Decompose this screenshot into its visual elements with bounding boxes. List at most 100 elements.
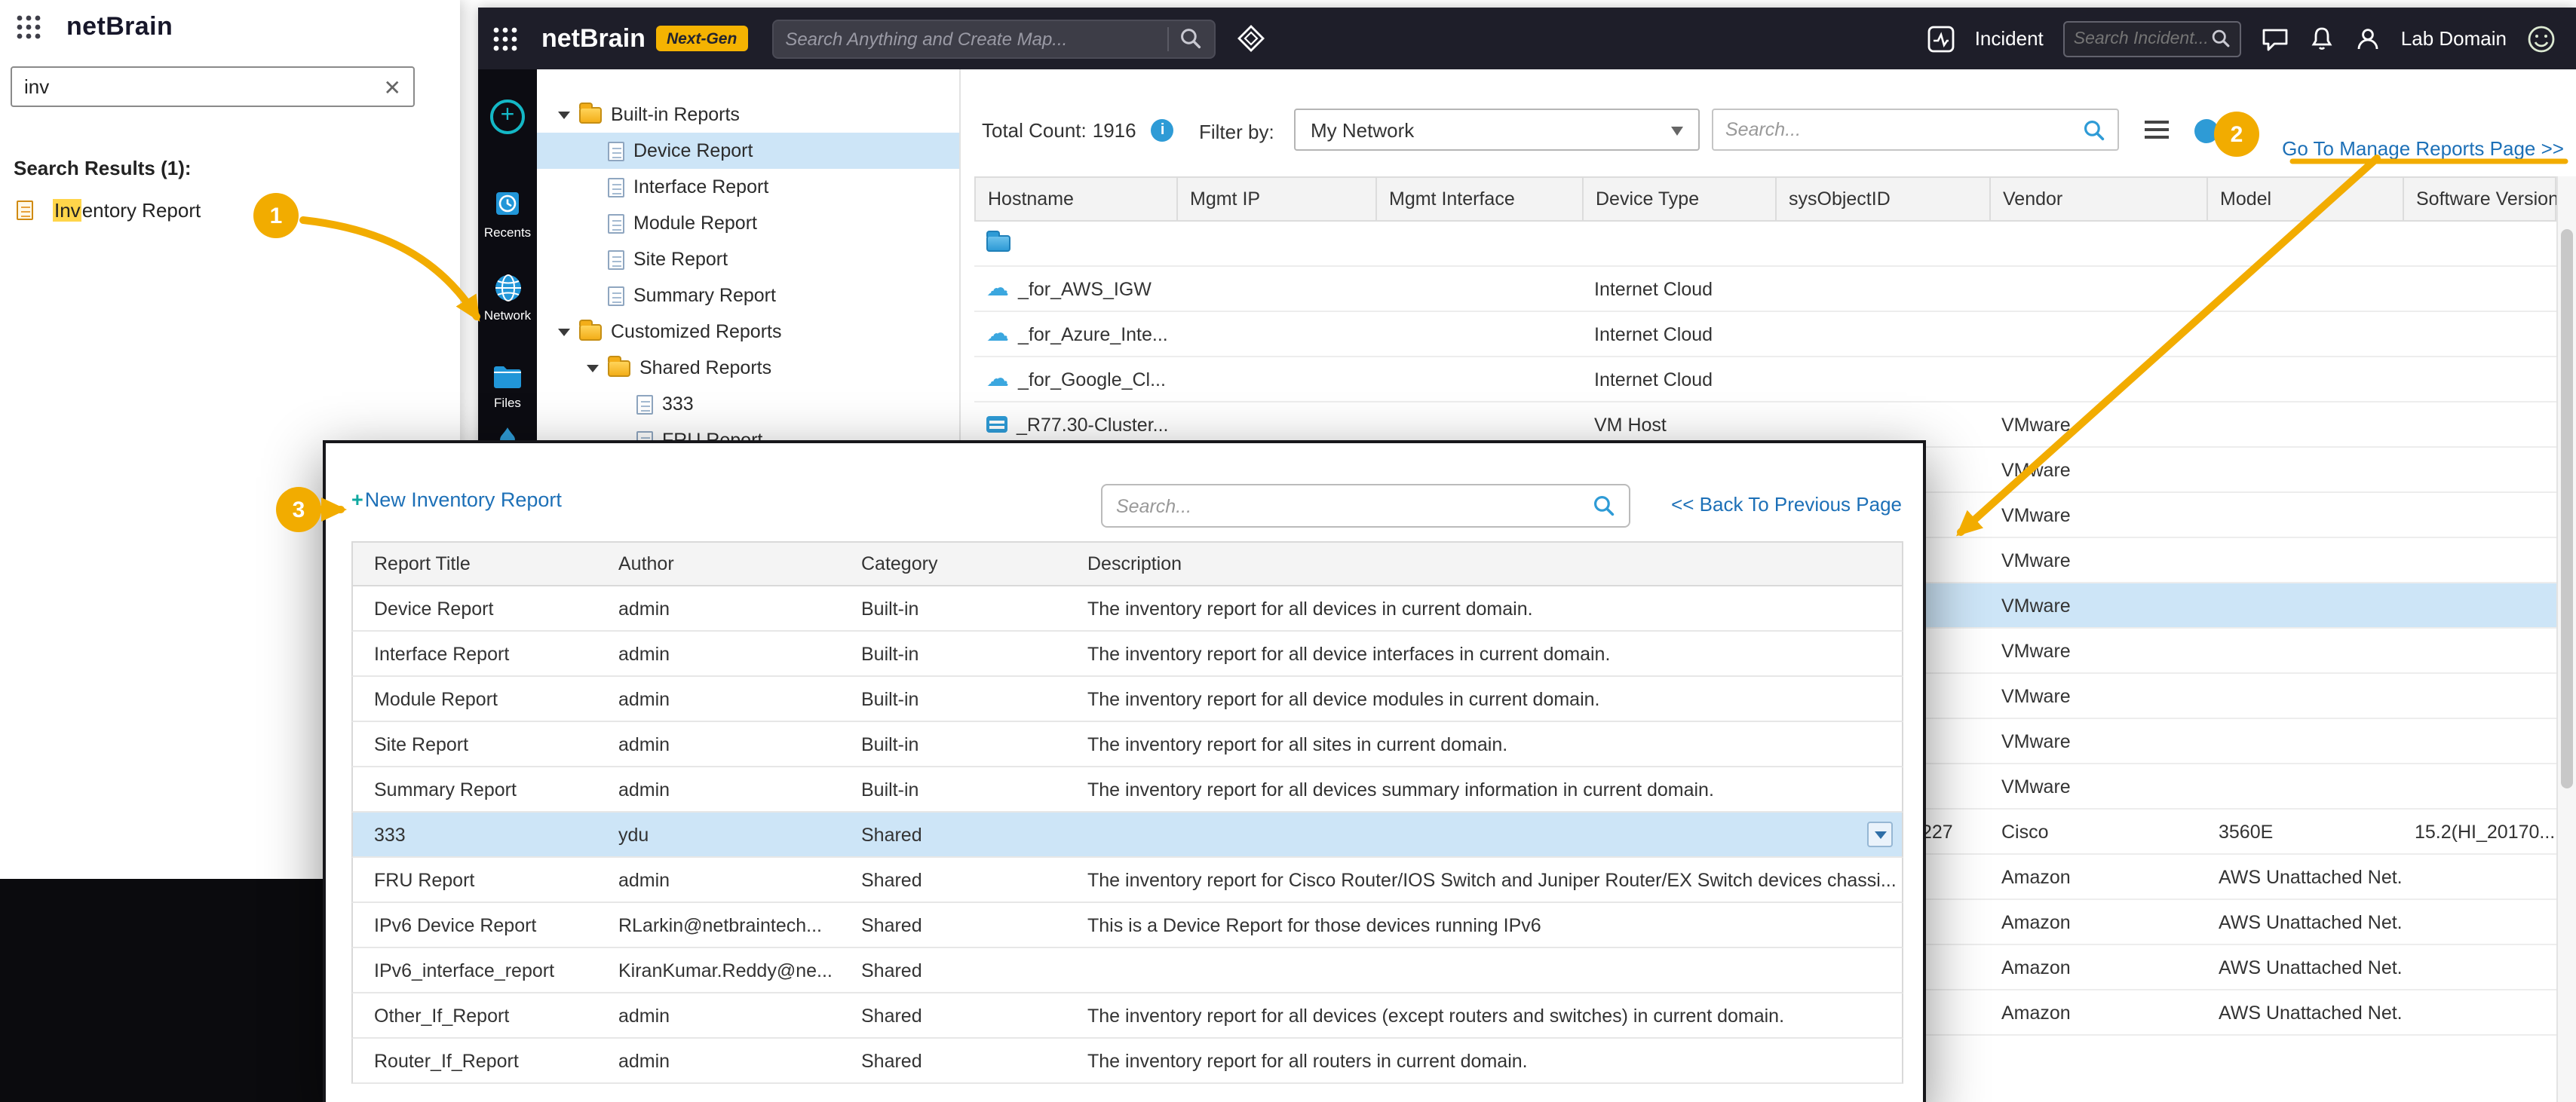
dialog-search-input[interactable]: [1116, 495, 1593, 516]
cell: [2403, 267, 2556, 311]
cell: VMware: [1989, 538, 2206, 582]
rail-item-recents[interactable]: Recents: [478, 190, 537, 240]
report-row-site-report[interactable]: Site ReportadminBuilt-inThe inventory re…: [351, 722, 1903, 767]
netbrain-logo: netBrain: [541, 23, 646, 54]
column-header-report-title: Report Title: [353, 543, 597, 585]
search-icon[interactable]: [2083, 118, 2105, 141]
search-result-inventory-report[interactable]: Inventory Report: [17, 199, 201, 222]
filter-dropdown[interactable]: My Network: [1294, 109, 1700, 151]
column-header-mgmt-ip[interactable]: Mgmt IP: [1178, 178, 1377, 220]
clear-search-icon[interactable]: ✕: [384, 76, 401, 97]
scrollbar-thumb[interactable]: [2561, 229, 2573, 788]
info-icon[interactable]: i: [1152, 119, 1174, 142]
cell: [2206, 719, 2403, 763]
search-icon[interactable]: [1179, 27, 1201, 50]
report-row-summary-report[interactable]: Summary ReportadminBuilt-inThe inventory…: [351, 767, 1903, 813]
cell: [2206, 312, 2403, 356]
cell: [1775, 222, 1989, 265]
cell: IPv6_interface_report: [353, 960, 597, 981]
tree-item-site-report[interactable]: Site Report: [537, 241, 959, 277]
new-inventory-report-link[interactable]: +New Inventory Report: [351, 488, 562, 511]
tree-item-label: Built-in Reports: [611, 104, 740, 125]
incident-label[interactable]: Incident: [1975, 27, 2044, 50]
chat-icon[interactable]: [2261, 25, 2289, 52]
report-doc-icon: [608, 177, 624, 197]
column-header-sysobjectid[interactable]: sysObjectID: [1777, 178, 1991, 220]
report-row-333[interactable]: 333yduShared: [351, 813, 1903, 858]
launcher-search-input[interactable]: [24, 75, 384, 98]
report-table-header: Report TitleAuthorCategoryDescription: [351, 541, 1903, 586]
tree-item-device-report[interactable]: Device Report: [537, 133, 959, 169]
report-row-ipv6-interface-report[interactable]: IPv6_interface_reportKiranKumar.Reddy@ne…: [351, 948, 1903, 993]
device-table-header: HostnameMgmt IPMgmt InterfaceDevice Type…: [974, 176, 2556, 222]
cell: Router_If_Report: [353, 1050, 597, 1071]
domain-label[interactable]: Lab Domain: [2401, 27, 2507, 50]
folder-icon: [579, 323, 602, 340]
caret-spacer: [615, 397, 636, 411]
cell: [2403, 312, 2556, 356]
search-icon[interactable]: [1593, 494, 1615, 517]
tree-item-module-report[interactable]: Module Report: [537, 205, 959, 241]
tree-item-customized-reports[interactable]: Customized Reports: [537, 314, 959, 350]
launcher-search-field[interactable]: ✕: [11, 66, 415, 107]
rail-item-files[interactable]: Files: [478, 363, 537, 410]
column-header-model[interactable]: Model: [2208, 178, 2404, 220]
search-icon[interactable]: [2211, 29, 2231, 48]
tree-item-shared-reports[interactable]: Shared Reports: [537, 350, 959, 386]
report-row-router-if-report[interactable]: Router_If_ReportadminSharedThe inventory…: [351, 1039, 1903, 1084]
tree-item-333[interactable]: 333: [537, 386, 959, 422]
tree-item-summary-report[interactable]: Summary Report: [537, 277, 959, 314]
bell-icon[interactable]: [2309, 25, 2335, 52]
column-header-mgmt-interface[interactable]: Mgmt Interface: [1377, 178, 1584, 220]
tree-item-built-in-reports[interactable]: Built-in Reports: [537, 96, 959, 133]
cell: Module Report: [353, 688, 597, 709]
device-search-field[interactable]: [1712, 109, 2119, 151]
user-icon[interactable]: [2354, 25, 2381, 52]
incident-search-field[interactable]: [2063, 20, 2241, 57]
tree-item-label: Interface Report: [633, 176, 768, 197]
list-view-icon[interactable]: [2145, 121, 2169, 143]
incident-icon[interactable]: [1928, 25, 1955, 52]
cell: _for_Google_Cl...: [974, 357, 1176, 401]
app-grid-icon[interactable]: [492, 25, 519, 52]
report-row-fru-report[interactable]: FRU ReportadminSharedThe inventory repor…: [351, 858, 1903, 903]
feedback-smiley-icon[interactable]: [2526, 23, 2556, 54]
column-header-software-version[interactable]: Software Version: [2404, 178, 2558, 220]
tree-item-interface-report[interactable]: Interface Report: [537, 169, 959, 205]
global-search-field[interactable]: [771, 19, 1215, 58]
back-to-previous-page-link[interactable]: << Back To Previous Page: [1671, 493, 1902, 516]
manage-reports-link[interactable]: Go To Manage Reports Page >>: [2282, 137, 2564, 160]
device-row[interactable]: _for_AWS_IGWInternet Cloud: [974, 267, 2556, 312]
column-header-device-type[interactable]: Device Type: [1584, 178, 1777, 220]
vertical-scrollbar[interactable]: [2556, 176, 2576, 1102]
report-row-interface-report[interactable]: Interface ReportadminBuilt-inThe invento…: [351, 632, 1903, 677]
device-row[interactable]: [974, 222, 2556, 267]
cell: [1989, 357, 2206, 401]
global-search-input[interactable]: [785, 28, 1156, 49]
incident-search-input[interactable]: [2074, 29, 2211, 47]
column-header-hostname[interactable]: Hostname: [976, 178, 1178, 220]
dialog-search-field[interactable]: [1101, 484, 1630, 528]
app-grid-icon[interactable]: [15, 14, 42, 41]
column-header-vendor[interactable]: Vendor: [1991, 178, 2208, 220]
report-row-module-report[interactable]: Module ReportadminBuilt-inThe inventory …: [351, 677, 1903, 722]
add-button[interactable]: +: [490, 99, 525, 134]
result-label: Inventory Report: [53, 199, 201, 222]
cell: KiranKumar.Reddy@ne...: [597, 960, 840, 981]
report-row-device-report[interactable]: Device ReportadminBuilt-inThe inventory …: [351, 586, 1903, 632]
rail-item-network[interactable]: Network: [478, 273, 537, 323]
map-diamond-icon[interactable]: [1236, 24, 1265, 53]
report-doc-icon: [636, 394, 653, 414]
cell: Cisco: [1989, 810, 2206, 853]
tree-item-label: Customized Reports: [611, 321, 782, 342]
row-menu-chevron-button[interactable]: [1867, 822, 1893, 847]
cell: AWS Unattached Net...: [2206, 855, 2403, 898]
cell: admin: [597, 1050, 840, 1071]
device-row[interactable]: _for_Azure_Inte...Internet Cloud: [974, 312, 2556, 357]
report-row-other-if-report[interactable]: Other_If_ReportadminSharedThe inventory …: [351, 993, 1903, 1039]
report-icon[interactable]: [2194, 119, 2219, 143]
device-row[interactable]: _for_Google_Cl...Internet Cloud: [974, 357, 2556, 403]
device-search-input[interactable]: [1725, 119, 2083, 140]
cell: [2403, 493, 2556, 537]
report-row-ipv6-device-report[interactable]: IPv6 Device ReportRLarkin@netbraintech..…: [351, 903, 1903, 948]
